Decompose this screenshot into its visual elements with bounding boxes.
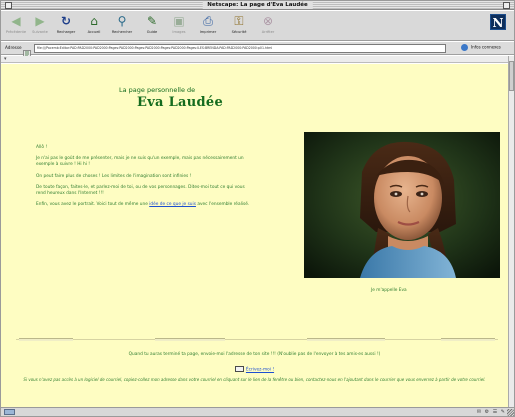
location-label: Adresse	[5, 45, 22, 50]
images-icon: ▣	[173, 14, 185, 28]
security-status-icon[interactable]	[4, 409, 15, 415]
browser-window: Netscape: La page d'Eva Laudée ◀ Précéde…	[0, 0, 515, 417]
divider-segment	[307, 338, 385, 341]
guide-button-label: Guide	[146, 30, 158, 34]
stop-button-label: Arrêter	[261, 30, 275, 34]
forward-button[interactable]: ▶ Suivante	[29, 13, 51, 39]
security-icon: ⚿	[234, 14, 244, 28]
paragraph-portrait: Enfin, vous avez le portrait. Voici tout…	[36, 202, 251, 208]
scrollbar-thumb[interactable]	[509, 61, 514, 91]
forward-arrow-icon: ▶	[35, 14, 45, 28]
paragraph-intro: Je n'ai pas le goût de me présenter, mai…	[36, 156, 244, 168]
search-icon: ⚲	[117, 14, 127, 28]
window-title: Netscape: La page d'Eva Laudée	[202, 1, 313, 9]
paragraph-contact: De toute façon, faites-le, et parlez-moi…	[36, 184, 245, 197]
print-icon: ⎙	[203, 14, 213, 28]
footer-mail-row: Écrivez-moi !	[1, 366, 508, 373]
resize-handle[interactable]	[507, 409, 514, 416]
page-title: Eva Laudée	[137, 95, 224, 110]
mail-icon[interactable]	[234, 366, 244, 372]
search-button[interactable]: ⚲ Rechercher	[111, 13, 133, 39]
home-button-label: Accueil	[87, 30, 101, 34]
home-icon: ⌂	[90, 14, 98, 28]
paragraph-hello: Allô !	[36, 145, 48, 150]
stop-icon: ⊗	[262, 14, 274, 28]
back-button[interactable]: ◀ Précédente	[5, 13, 27, 39]
divider-segment	[19, 338, 73, 341]
footer-instructions: Quand tu auras terminé ta page, envoie-m…	[128, 352, 381, 357]
back-arrow-icon: ◀	[11, 14, 21, 28]
reload-button-label: Recharger	[56, 30, 76, 34]
email-link[interactable]: Écrivez-moi !	[246, 368, 274, 373]
page-content: La page personnelle de Eva Laudée Allô !…	[1, 64, 508, 407]
search-button-label: Rechercher	[111, 30, 133, 34]
personal-toolbar-strip[interactable]: ▾	[1, 56, 514, 63]
location-bar: Adresse file:///Pacemb:Editor:PAD:PAD200…	[1, 42, 514, 59]
paragraph-portrait-after: avec l'ensemble réalisé.	[195, 202, 250, 208]
footer-note: Si vous n'avez pas accès à un logiciel d…	[23, 377, 486, 382]
security-button[interactable]: ⚿ Sécurité	[228, 13, 250, 39]
status-bar: ✉ ⚙ ☰ ✎	[1, 407, 514, 416]
section-divider	[16, 339, 498, 340]
netscape-logo[interactable]: N	[490, 14, 506, 30]
paragraph-imagination: On peut faire plus de choses ! Les limit…	[36, 173, 192, 179]
title-bar[interactable]: Netscape: La page d'Eva Laudée	[1, 1, 514, 10]
guide-button[interactable]: ✎ Guide	[141, 13, 163, 39]
bookmark-icon[interactable]	[23, 44, 31, 59]
print-button-label: Imprimer	[199, 30, 217, 34]
vertical-scrollbar[interactable]	[508, 56, 514, 407]
related-icon	[461, 44, 468, 51]
portrait-image	[304, 132, 500, 278]
stop-button[interactable]: ⊗ Arrêter	[257, 13, 279, 39]
divider-segment	[441, 338, 495, 341]
related-button[interactable]: Infos connexes	[461, 44, 501, 51]
images-button-label: Images	[172, 30, 186, 34]
navigation-toolbar: ◀ Précédente ▶ Suivante ↻ Recharger ⌂ Ac…	[1, 11, 514, 41]
close-box[interactable]	[5, 2, 12, 9]
portrait-link[interactable]: idée de ce que je suis	[149, 202, 196, 207]
url-input[interactable]: file:///Pacemb:Editor:PAD:PAD2000:PAD200…	[34, 44, 446, 53]
collapse-arrow-icon[interactable]: ▾	[4, 56, 7, 63]
intro-text: Allô ! Je n'ai pas le goût de me présent…	[36, 145, 251, 213]
forward-button-label: Suivante	[32, 30, 48, 34]
photo-caption: Je m'appelle Eva	[371, 288, 407, 293]
portrait-photo	[304, 132, 500, 278]
guide-icon: ✎	[146, 14, 158, 28]
home-button[interactable]: ⌂ Accueil	[83, 13, 105, 39]
print-button[interactable]: ⎙ Imprimer	[197, 13, 219, 39]
component-bar-icons[interactable]: ✉ ⚙ ☰ ✎	[477, 409, 506, 416]
zoom-box[interactable]	[503, 2, 510, 9]
security-button-label: Sécurité	[231, 30, 247, 34]
paragraph-portrait-text: Enfin, vous avez le portrait. Voici tout…	[36, 202, 150, 208]
back-button-label: Précédente	[5, 30, 27, 34]
reload-button[interactable]: ↻ Recharger	[55, 13, 77, 39]
related-label: Infos connexes	[471, 44, 501, 50]
reload-icon: ↻	[60, 14, 72, 28]
page-subtitle: La page personnelle de	[119, 86, 196, 94]
divider-segment	[155, 338, 225, 341]
images-button[interactable]: ▣ Images	[168, 13, 190, 39]
